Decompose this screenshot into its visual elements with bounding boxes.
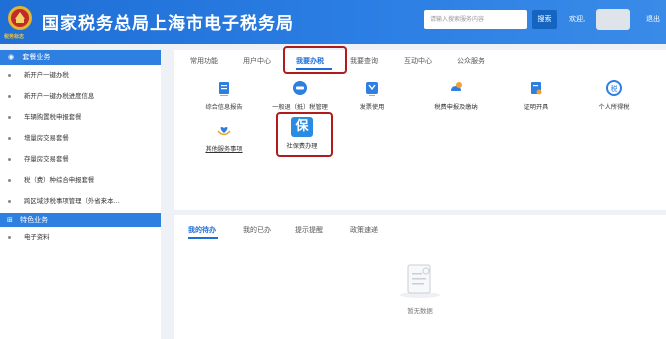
tax-refund-icon [293,81,307,95]
service-certificate[interactable]: 证明开具 [516,80,556,111]
certificate-icon [531,82,542,95]
bullet-icon [8,235,11,239]
tab-common[interactable]: 常用功能 [190,56,218,66]
heart-hands-icon [217,126,231,136]
sidebar-section-package[interactable]: ◉ 套餐业务 [0,50,161,65]
bullet-icon [8,157,11,161]
active-tab-indicator [188,237,218,239]
tab-interaction[interactable]: 互动中心 [404,56,432,66]
invoice-icon [366,82,378,96]
top-header: 税务标志 国家税务总局上海市电子税务局 请输入搜索服务内容 搜索 欢迎, 退出 [0,0,666,44]
user-name-box [596,9,630,30]
bullet-icon [8,115,11,119]
report-icon [219,82,229,96]
sidebar-item[interactable]: 增量房交易套餐 [0,128,161,149]
sidebar-section-special[interactable]: ⊞ 特色业务 [0,213,161,227]
sidebar-item[interactable]: 跨区域涉税事项管理（外省来本… [0,191,161,212]
highlight-box-social-security [276,112,333,157]
sidebar-section-label: 特色业务 [20,216,49,224]
tax-emblem-icon [8,6,32,30]
tax-payment-icon [451,82,462,91]
personal-income-tax-icon: 税 [606,80,622,96]
emblem-caption: 税务标志 [4,34,25,40]
welcome-text: 欢迎, [569,15,586,23]
sidebar-item[interactable]: 电子资料 [0,227,161,248]
main-tabs: 常用功能 用户中心 我要办税 我要查询 互动中心 公众服务 [174,50,666,72]
bullet-icon [8,73,11,77]
todo-panel: 我的待办 我的已办 提示提醒 政策速递 暂无数据 [174,215,666,339]
tab-query[interactable]: 我要查询 [350,56,378,66]
tab-public-service[interactable]: 公众服务 [457,56,485,66]
sidebar-item[interactable]: 税（费）种综合申报套餐 [0,170,161,191]
service-personal-income-tax[interactable]: 税 个人所得税 [592,80,636,111]
grid-icon: ⊞ [7,216,13,224]
tab-my-todo[interactable]: 我的待办 [188,225,216,235]
bullet-icon [8,136,11,140]
chevron-down-icon: ◉ [8,53,15,61]
service-invoice[interactable]: 发票使用 [352,80,392,111]
site-title: 国家税务总局上海市电子税务局 [42,14,294,34]
service-tax-payment[interactable]: 税费申报及缴纳 [426,80,486,111]
sidebar-section-label: 套餐业务 [22,53,51,61]
empty-state-text: 暂无数据 [407,307,433,315]
bullet-icon [8,199,11,203]
tab-my-done[interactable]: 我的已办 [243,225,271,235]
service-tax-refund[interactable]: 一般退（抵）税管理 [270,80,330,111]
sidebar-item[interactable]: 新开户一键办税进度信息 [0,86,161,107]
sidebar-item[interactable]: 新开户一键办税 [0,65,161,86]
empty-document-icon [400,264,440,298]
bullet-icon [8,178,11,182]
service-panel: 常用功能 用户中心 我要办税 我要查询 互动中心 公众服务 综合信息报告 一般退… [174,46,666,210]
sidebar-item[interactable]: 车辆购置税申报套餐 [0,107,161,128]
svg-text:税: 税 [611,84,618,93]
tab-reminders[interactable]: 提示提醒 [295,225,323,235]
bullet-icon [8,94,11,98]
service-other[interactable]: 其他服务事项 [198,122,250,153]
service-report[interactable]: 综合信息报告 [198,80,250,111]
logout-link[interactable]: 退出 [646,14,660,24]
sidebar-item[interactable]: 存量房交易套餐 [0,149,161,170]
highlight-box-tab [283,46,347,74]
sidebar: ◉ 套餐业务 新开户一键办税 新开户一键办税进度信息 车辆购置税申报套餐 增量房… [0,50,161,339]
tab-user-center[interactable]: 用户中心 [243,56,271,66]
tab-policy-express[interactable]: 政策速递 [350,225,378,235]
search-button[interactable]: 搜索 [532,10,557,29]
search-input[interactable]: 请输入搜索服务内容 [424,10,527,29]
